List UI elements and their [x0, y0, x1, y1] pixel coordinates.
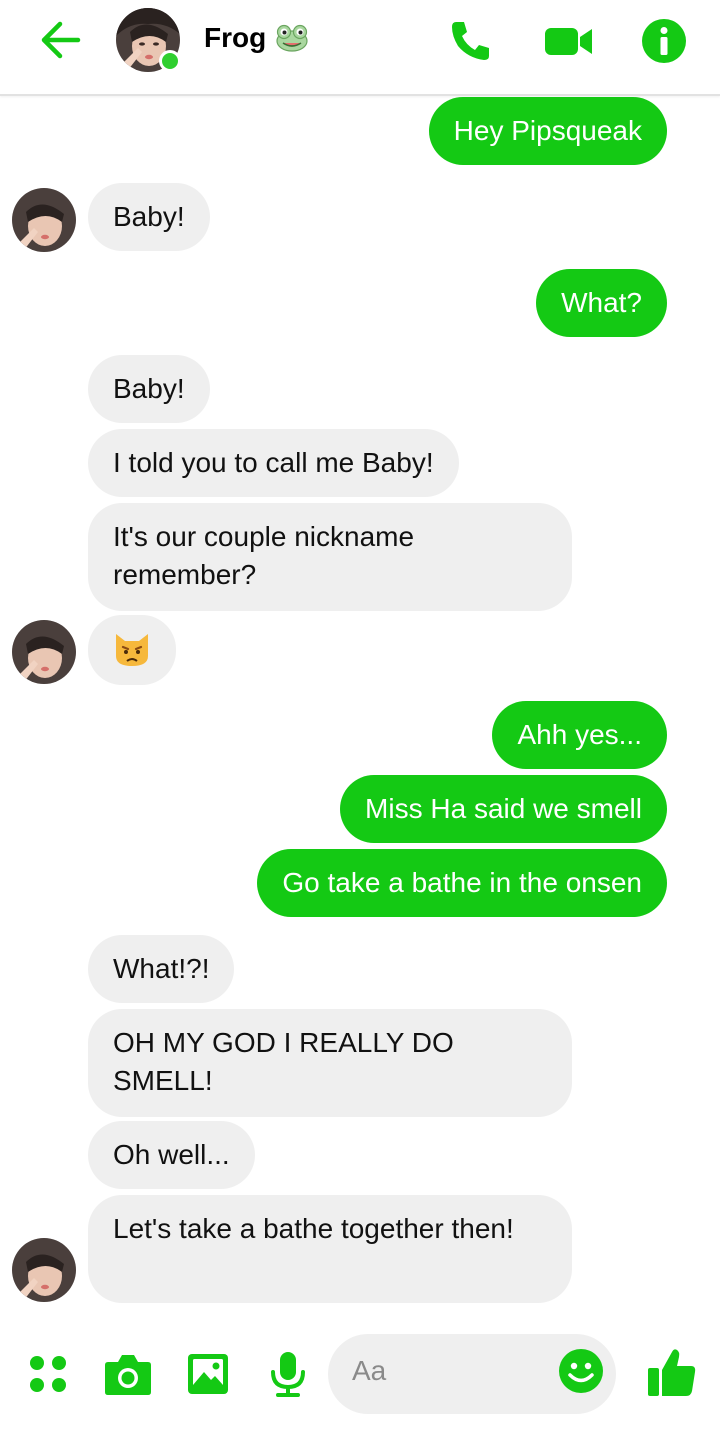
message-bubble-incoming[interactable]: What!?!	[88, 935, 235, 1003]
gallery-icon[interactable]	[186, 1352, 230, 1396]
message-bubble-outgoing[interactable]: Hey Pipsqueak	[428, 97, 667, 165]
contact-avatar-small[interactable]	[12, 188, 76, 252]
apps-icon[interactable]	[28, 1354, 68, 1394]
thumbs-up-icon[interactable]	[646, 1346, 698, 1398]
message-bubble-incoming[interactable]: Baby!	[88, 355, 210, 423]
phone-icon[interactable]	[448, 18, 494, 64]
message-text: Hey Pipsqueak	[453, 115, 642, 146]
message-bubble-incoming[interactable]: Oh well...	[88, 1121, 255, 1189]
pouting-cat-icon	[116, 634, 148, 666]
contact-title[interactable]: Frog	[204, 22, 308, 54]
frog-face-icon	[276, 24, 308, 52]
message-text: Oh well...	[113, 1139, 230, 1170]
contact-avatar-small[interactable]	[12, 620, 76, 684]
message-text: Miss Ha said we smell	[365, 793, 642, 824]
message-text: What?	[561, 287, 642, 318]
message-bubble-outgoing[interactable]: Ahh yes...	[492, 701, 667, 769]
message-text: Go take a bathe in the onsen	[282, 867, 642, 898]
microphone-icon[interactable]	[268, 1350, 308, 1398]
message-composer: Aa	[0, 1320, 720, 1435]
message-text: Ahh yes...	[517, 719, 642, 750]
message-bubble-outgoing[interactable]: Go take a bathe in the onsen	[257, 849, 667, 917]
camera-icon[interactable]	[104, 1352, 152, 1396]
conversation-header: Frog	[0, 0, 720, 96]
back-arrow-icon[interactable]	[38, 20, 82, 60]
message-bubble-incoming[interactable]: I told you to call me Baby!	[88, 429, 459, 497]
message-text: Baby!	[113, 373, 185, 404]
message-text: Let's take a bathe together then!	[113, 1213, 514, 1244]
message-bubble-outgoing[interactable]: Miss Ha said we smell	[340, 775, 667, 843]
message-bubble-incoming[interactable]: Let's take a bathe together then!	[88, 1195, 572, 1303]
message-bubble-incoming[interactable]: OH MY GOD I REALLY DO SMELL!	[88, 1009, 572, 1117]
video-camera-icon[interactable]	[544, 18, 594, 64]
message-input-placeholder: Aa	[352, 1355, 387, 1386]
contact-avatar-small[interactable]	[12, 1238, 76, 1302]
message-bubble-incoming[interactable]: Baby!	[88, 183, 210, 251]
contact-name: Frog	[204, 22, 267, 53]
emoji-smile-icon[interactable]	[558, 1348, 604, 1394]
online-status-dot	[159, 50, 181, 72]
message-text: I told you to call me Baby!	[113, 447, 434, 478]
message-text: Baby!	[113, 201, 185, 232]
message-bubble-incoming[interactable]: It's our couple nickname remember?	[88, 503, 572, 611]
message-text: It's our couple nickname remember?	[113, 521, 415, 590]
message-bubble-incoming[interactable]	[88, 615, 176, 685]
message-text: What!?!	[113, 953, 210, 984]
message-text: OH MY GOD I REALLY DO SMELL!	[113, 1027, 454, 1096]
info-icon[interactable]	[641, 18, 687, 64]
message-bubble-outgoing[interactable]: What?	[536, 269, 667, 337]
